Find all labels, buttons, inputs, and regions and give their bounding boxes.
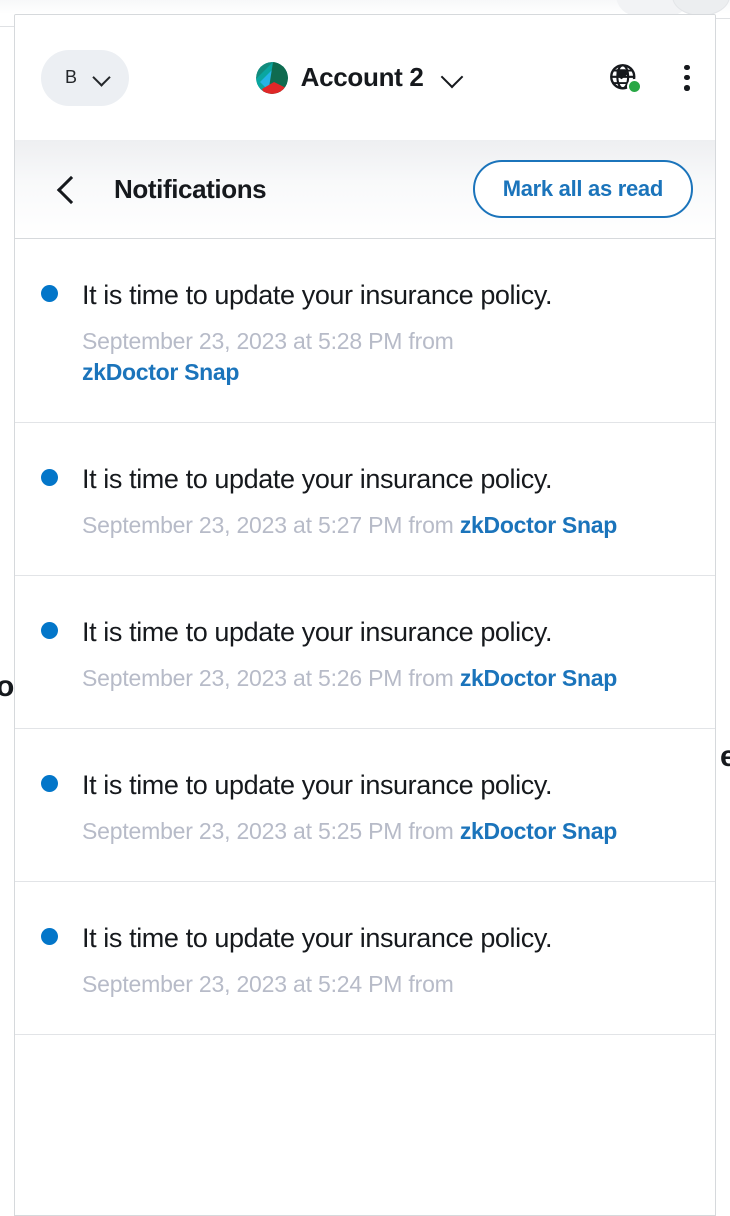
network-selector[interactable]: B xyxy=(41,49,130,106)
notification-meta: September 23, 2023 at 5:27 PM from zkDoc… xyxy=(82,510,672,541)
unread-indicator-dot xyxy=(41,622,58,640)
chevron-down-icon xyxy=(441,67,463,89)
notification-meta: September 23, 2023 at 5:26 PM from zkDoc… xyxy=(82,663,672,694)
notifications-header: Notifications Mark all as read xyxy=(15,140,715,239)
globe-icon[interactable] xyxy=(609,63,642,94)
unread-indicator-dot xyxy=(41,285,58,302)
unread-indicator-dot xyxy=(41,469,58,487)
connection-status-dot xyxy=(627,78,642,94)
back-button[interactable] xyxy=(49,172,83,206)
account-name: Account 2 xyxy=(300,62,424,92)
notification-timestamp: September 23, 2023 at 5:27 PM from xyxy=(82,512,454,539)
chevron-down-icon xyxy=(93,70,109,86)
mark-all-as-read-button[interactable]: Mark all as read xyxy=(472,160,693,218)
unread-indicator-dot xyxy=(41,775,58,793)
notification-item[interactable]: It is time to update your insurance poli… xyxy=(15,882,715,1036)
page-root: o e B Account 2 Notifications Mark all a… xyxy=(0,0,730,1216)
notification-message: It is time to update your insurance poli… xyxy=(82,464,553,495)
background-glyph-right: e xyxy=(720,740,730,773)
notification-body: It is time to update your insurance poli… xyxy=(82,459,685,541)
notification-message: It is time to update your insurance poli… xyxy=(82,770,553,801)
notification-message: It is time to update your insurance poli… xyxy=(82,280,553,310)
notification-source-link[interactable]: zkDoctor Snap xyxy=(82,359,239,385)
header-actions xyxy=(609,62,691,94)
notification-timestamp: September 23, 2023 at 5:25 PM from xyxy=(82,818,454,845)
page-title: Notifications xyxy=(114,173,267,204)
kebab-menu-icon[interactable] xyxy=(683,62,691,94)
notification-meta: September 23, 2023 at 5:24 PM from xyxy=(82,969,672,1000)
notification-message: It is time to update your insurance poli… xyxy=(82,923,553,954)
notification-item[interactable]: It is time to update your insurance poli… xyxy=(15,729,715,883)
notification-item[interactable]: It is time to update your insurance poli… xyxy=(15,239,715,424)
notification-item[interactable]: It is time to update your insurance poli… xyxy=(15,576,715,730)
notification-body: It is time to update your insurance poli… xyxy=(82,275,685,388)
notification-body: It is time to update your insurance poli… xyxy=(82,765,685,847)
avatar xyxy=(255,61,288,94)
account-selector[interactable]: Account 2 xyxy=(119,61,599,94)
app-header: B Account 2 xyxy=(15,15,715,140)
background-rule-right xyxy=(714,18,730,19)
notification-body: It is time to update your insurance poli… xyxy=(82,612,685,694)
network-label: B xyxy=(65,67,78,87)
notification-source-link[interactable]: zkDoctor Snap xyxy=(460,512,617,538)
extension-popup: B Account 2 Notifications Mark all as re… xyxy=(14,14,716,1216)
notification-source-link[interactable]: zkDoctor Snap xyxy=(460,665,617,691)
notifications-list[interactable]: It is time to update your insurance poli… xyxy=(15,239,715,1215)
notification-meta: September 23, 2023 at 5:28 PM from zkDoc… xyxy=(82,326,512,388)
notification-message: It is time to update your insurance poli… xyxy=(82,617,553,648)
notification-item[interactable]: It is time to update your insurance poli… xyxy=(15,423,715,577)
notification-meta: September 23, 2023 at 5:25 PM from zkDoc… xyxy=(82,816,672,847)
notification-timestamp: September 23, 2023 at 5:28 PM from xyxy=(82,328,454,355)
notification-timestamp: September 23, 2023 at 5:24 PM from xyxy=(82,971,454,998)
notification-source-link[interactable]: zkDoctor Snap xyxy=(460,818,617,844)
notification-timestamp: September 23, 2023 at 5:26 PM from xyxy=(82,665,454,692)
notification-body: It is time to update your insurance poli… xyxy=(82,918,685,1000)
unread-indicator-dot xyxy=(41,928,58,946)
background-glyph-left: o xyxy=(0,670,15,703)
